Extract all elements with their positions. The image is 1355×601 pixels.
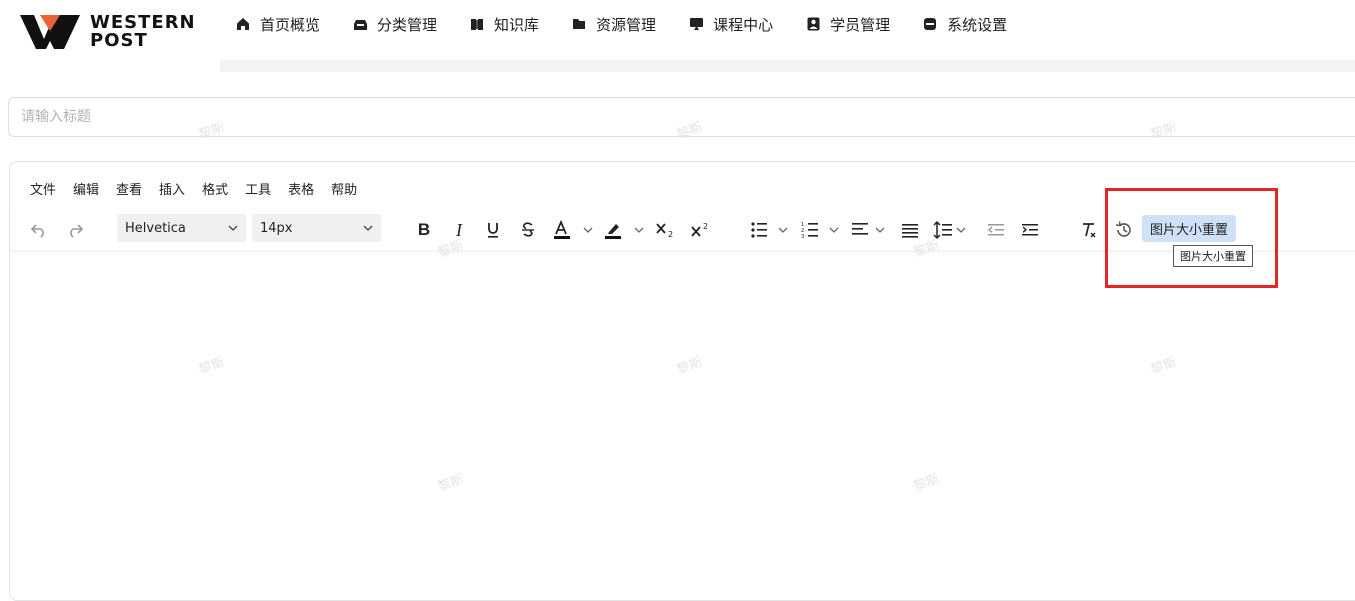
redo-button[interactable] — [64, 216, 86, 244]
folder-icon — [571, 16, 587, 32]
undo-button[interactable] — [28, 216, 50, 244]
logo[interactable]: WESTERN POST — [20, 12, 220, 52]
align-justify-icon — [902, 224, 918, 238]
justify-button[interactable] — [899, 216, 921, 244]
menu-format[interactable]: 格式 — [202, 179, 228, 198]
highlight-pen-icon — [605, 224, 644, 239]
inbox-icon — [352, 16, 368, 32]
menu-insert[interactable]: 插入 — [159, 179, 185, 198]
menu-table[interactable]: 表格 — [288, 179, 314, 198]
settings-icon — [922, 16, 938, 32]
title-input[interactable] — [9, 98, 1355, 136]
subscript-icon: 2 — [656, 223, 673, 239]
font-family-value: Helvetica — [125, 220, 186, 236]
font-size-select[interactable]: 14px — [252, 214, 381, 242]
text-color-button[interactable] — [552, 216, 596, 244]
nav-item-students[interactable]: 学员管理 — [805, 14, 890, 35]
monitor-icon — [688, 16, 704, 32]
indent-icon — [1022, 224, 1038, 236]
user-badge-icon — [805, 16, 821, 32]
highlight-color-button[interactable] — [603, 216, 647, 244]
align-left-icon — [852, 223, 885, 235]
nav-item-courses[interactable]: 课程中心 — [688, 14, 773, 35]
numbered-list-button[interactable]: 123 — [801, 216, 843, 244]
book-icon — [469, 16, 485, 32]
chevron-down-icon — [228, 225, 238, 231]
nav-item-resources[interactable]: 资源管理 — [571, 14, 656, 35]
bold-button[interactable]: B — [413, 216, 435, 244]
svg-text:2: 2 — [668, 230, 673, 239]
superscript-icon: 2 — [691, 222, 708, 237]
nav-item-settings[interactable]: 系统设置 — [922, 14, 1007, 35]
home-icon — [235, 16, 251, 32]
subscript-button[interactable]: 2 — [654, 216, 678, 244]
underline-button[interactable] — [482, 216, 504, 244]
menu-tools[interactable]: 工具 — [245, 179, 271, 198]
nav-item-knowledge[interactable]: 知识库 — [469, 14, 539, 35]
menu-file[interactable]: 文件 — [30, 179, 56, 198]
title-field-wrapper — [8, 97, 1355, 137]
svg-text:3: 3 — [801, 234, 804, 239]
logo-mark-icon — [20, 15, 80, 49]
italic-button[interactable]: I — [448, 216, 470, 244]
line-height-icon — [933, 220, 966, 240]
menu-help[interactable]: 帮助 — [331, 179, 357, 198]
underline-icon — [488, 223, 498, 238]
strikethrough-icon — [522, 222, 534, 237]
indent-button[interactable] — [1019, 216, 1041, 244]
header-divider-strip — [220, 60, 1355, 72]
italic-icon: I — [456, 219, 462, 240]
nav-label: 知识库 — [494, 15, 540, 34]
superscript-button[interactable]: 2 — [689, 216, 713, 244]
nav-label: 课程中心 — [713, 15, 774, 34]
menu-view[interactable]: 查看 — [116, 179, 142, 198]
annotation-highlight-box — [1105, 188, 1278, 288]
strikethrough-button[interactable] — [517, 216, 539, 244]
clear-format-icon — [1083, 223, 1096, 238]
bullet-list-icon — [751, 222, 788, 238]
undo-icon — [30, 224, 44, 238]
outdent-button[interactable] — [985, 216, 1007, 244]
editor-menubar: 文件 编辑 查看 插入 格式 工具 表格 帮助 — [30, 179, 374, 198]
font-size-value: 14px — [260, 220, 293, 236]
chevron-down-icon — [363, 225, 373, 231]
bold-icon: B — [417, 220, 431, 239]
clear-format-button[interactable] — [1078, 216, 1100, 244]
nav-label: 资源管理 — [596, 15, 657, 34]
outdent-icon — [987, 224, 1004, 236]
nav-label: 系统设置 — [947, 15, 1008, 34]
svg-text:2: 2 — [703, 222, 708, 231]
main-nav: 首页概览 分类管理 知识库 资源管理 课程中心 学员管理 系统设置 — [235, 0, 1039, 48]
nav-item-overview[interactable]: 首页概览 — [235, 14, 320, 35]
nav-label: 分类管理 — [377, 15, 438, 34]
redo-icon — [70, 224, 84, 238]
menu-edit[interactable]: 编辑 — [73, 179, 99, 198]
nav-label: 学员管理 — [830, 15, 891, 34]
text-color-icon — [554, 220, 593, 239]
top-navigation-bar: WESTERN POST 首页概览 分类管理 知识库 资源管理 课程中心 学员管… — [0, 0, 1355, 60]
font-family-select[interactable]: Helvetica — [117, 214, 246, 242]
nav-label: 首页概览 — [260, 15, 321, 34]
align-button[interactable] — [851, 216, 891, 244]
bullet-list-button[interactable] — [750, 216, 792, 244]
numbered-list-icon: 123 — [801, 222, 839, 239]
nav-item-category[interactable]: 分类管理 — [352, 14, 437, 35]
line-height-button[interactable] — [932, 216, 972, 244]
logo-text-line2: POST — [90, 30, 148, 51]
